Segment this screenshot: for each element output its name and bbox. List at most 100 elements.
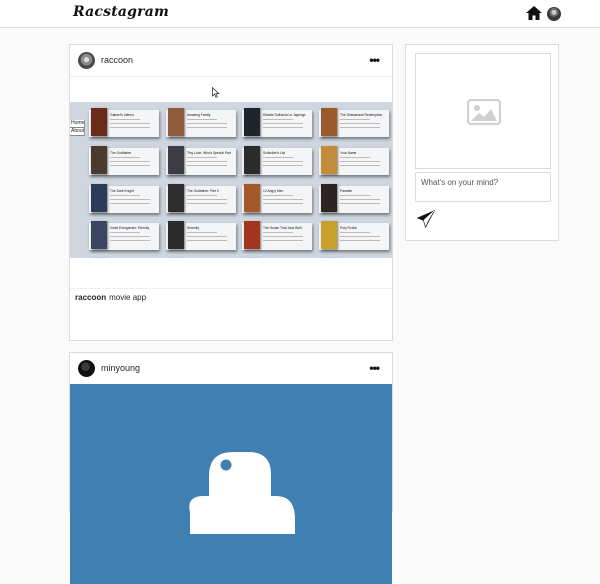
movie-meta-line xyxy=(110,157,140,158)
movie-meta-line xyxy=(263,161,303,162)
movie-card[interactable]: The Shawshank Redemption xyxy=(319,108,389,137)
post-header: raccoon ••• xyxy=(70,45,392,77)
post-username[interactable]: raccoon xyxy=(101,55,133,65)
movie-meta-line xyxy=(110,195,140,196)
post-image: Home About Gabriel's Inferno Amazing Fami… xyxy=(70,102,392,258)
post-username[interactable]: minyoung xyxy=(101,363,140,373)
movie-meta-line xyxy=(187,123,227,124)
movie-meta-line xyxy=(110,161,150,162)
movie-title: The House That Jack Built xyxy=(263,226,302,230)
movie-meta-line xyxy=(187,195,217,196)
user-avatar[interactable] xyxy=(78,52,95,69)
post-composer xyxy=(405,44,559,241)
movie-title: Parasite xyxy=(340,189,353,193)
movie-meta-line xyxy=(110,236,150,237)
caption-text: movie app xyxy=(109,293,147,302)
movie-title: The Dark Knight xyxy=(110,189,134,193)
post-card: minyoung ••• xyxy=(69,352,393,584)
movie-meta-line xyxy=(263,165,303,166)
movie-card[interactable]: Dilwale Dulhania Le Jayenge xyxy=(242,108,312,137)
caption-username[interactable]: raccoon xyxy=(75,293,106,302)
movie-meta-line xyxy=(187,232,217,233)
movie-title: 12 Angry Men xyxy=(263,189,284,193)
movie-meta-line xyxy=(187,199,227,200)
movie-meta-line xyxy=(263,127,303,128)
movie-card[interactable]: 12 Angry Men xyxy=(242,184,312,213)
movie-meta-line xyxy=(340,161,380,162)
movie-title: Your Name xyxy=(340,151,357,155)
movie-title: Schindler's List xyxy=(263,151,286,155)
movie-meta-line xyxy=(187,203,227,204)
movie-card[interactable]: Parasite xyxy=(319,184,389,213)
post-image xyxy=(70,384,392,584)
movie-card[interactable]: Your Name xyxy=(319,146,389,175)
image-upload-area[interactable] xyxy=(415,53,551,169)
movie-meta-line xyxy=(187,236,227,237)
movie-meta-line xyxy=(110,232,140,233)
movie-poster xyxy=(168,221,184,249)
movie-meta-line xyxy=(187,240,227,241)
movie-title: Gabriel's Inferno xyxy=(110,113,135,117)
movie-meta-line xyxy=(340,203,380,204)
movie-meta-line xyxy=(110,119,140,120)
post-caption: raccoon movie app xyxy=(75,293,146,302)
movie-meta-line xyxy=(187,127,227,128)
movie-meta-line xyxy=(340,127,380,128)
movie-title: The Godfather: Part II xyxy=(187,189,219,193)
movie-title: Pulp Fiction xyxy=(340,226,358,230)
movie-meta-line xyxy=(340,119,370,120)
movie-poster xyxy=(321,184,337,212)
movie-poster xyxy=(91,221,107,249)
movie-meta-line xyxy=(187,119,217,120)
movie-meta-line xyxy=(340,123,380,124)
send-icon[interactable] xyxy=(417,210,435,228)
movie-poster xyxy=(91,146,107,174)
movie-meta-line xyxy=(187,165,227,166)
movie-card[interactable]: Gabriel's Inferno xyxy=(89,108,159,137)
avatar[interactable] xyxy=(547,7,561,21)
movie-meta-line xyxy=(340,165,380,166)
movie-title: Serenity xyxy=(187,226,200,230)
movie-meta-line xyxy=(187,157,217,158)
home-icon[interactable] xyxy=(526,6,542,20)
movie-poster xyxy=(168,146,184,174)
movie-card[interactable]: Serenity xyxy=(166,221,236,250)
movie-poster xyxy=(321,221,337,249)
movie-card[interactable]: The Dark Knight xyxy=(89,184,159,213)
movie-meta-line xyxy=(340,240,380,241)
movie-card[interactable]: The Godfather: Part II xyxy=(166,184,236,213)
movie-title: Tiny Love: Who's Special Part xyxy=(187,151,231,155)
movie-meta-line xyxy=(110,199,150,200)
movie-poster xyxy=(321,108,337,136)
movie-meta-line xyxy=(340,195,370,196)
movie-meta-line xyxy=(263,119,293,120)
movie-meta-line xyxy=(263,123,303,124)
image-icon xyxy=(467,99,501,125)
movie-card[interactable]: Violet Evergarden: Eternity xyxy=(89,221,159,250)
python-logo-icon xyxy=(189,452,295,534)
post-header: minyoung ••• xyxy=(70,353,392,385)
user-avatar[interactable] xyxy=(78,360,95,377)
movie-poster xyxy=(244,184,260,212)
top-navbar: Racstagram xyxy=(0,0,600,28)
movie-meta-line xyxy=(110,127,150,128)
movie-meta-line xyxy=(110,123,150,124)
movie-card[interactable]: The House That Jack Built xyxy=(242,221,312,250)
more-options-icon[interactable]: ••• xyxy=(369,361,380,375)
movie-card[interactable]: Tiny Love: Who's Special Part xyxy=(166,146,236,175)
movie-card[interactable]: Pulp Fiction xyxy=(319,221,389,250)
post-text-input[interactable] xyxy=(415,172,551,202)
movie-card[interactable]: Amazing Family xyxy=(166,108,236,137)
movie-card[interactable]: Schindler's List xyxy=(242,146,312,175)
movie-meta-line xyxy=(340,157,370,158)
movie-meta-line xyxy=(263,236,303,237)
screenshot-nav-about: About xyxy=(70,128,85,136)
movie-meta-line xyxy=(110,165,150,166)
movie-meta-line xyxy=(263,232,293,233)
brand-logo[interactable]: Racstagram xyxy=(73,4,169,20)
more-options-icon[interactable]: ••• xyxy=(369,53,380,67)
movie-meta-line xyxy=(340,236,380,237)
movie-title: The Shawshank Redemption xyxy=(340,113,383,117)
movie-meta-line xyxy=(263,240,303,241)
movie-card[interactable]: The Godfather xyxy=(89,146,159,175)
